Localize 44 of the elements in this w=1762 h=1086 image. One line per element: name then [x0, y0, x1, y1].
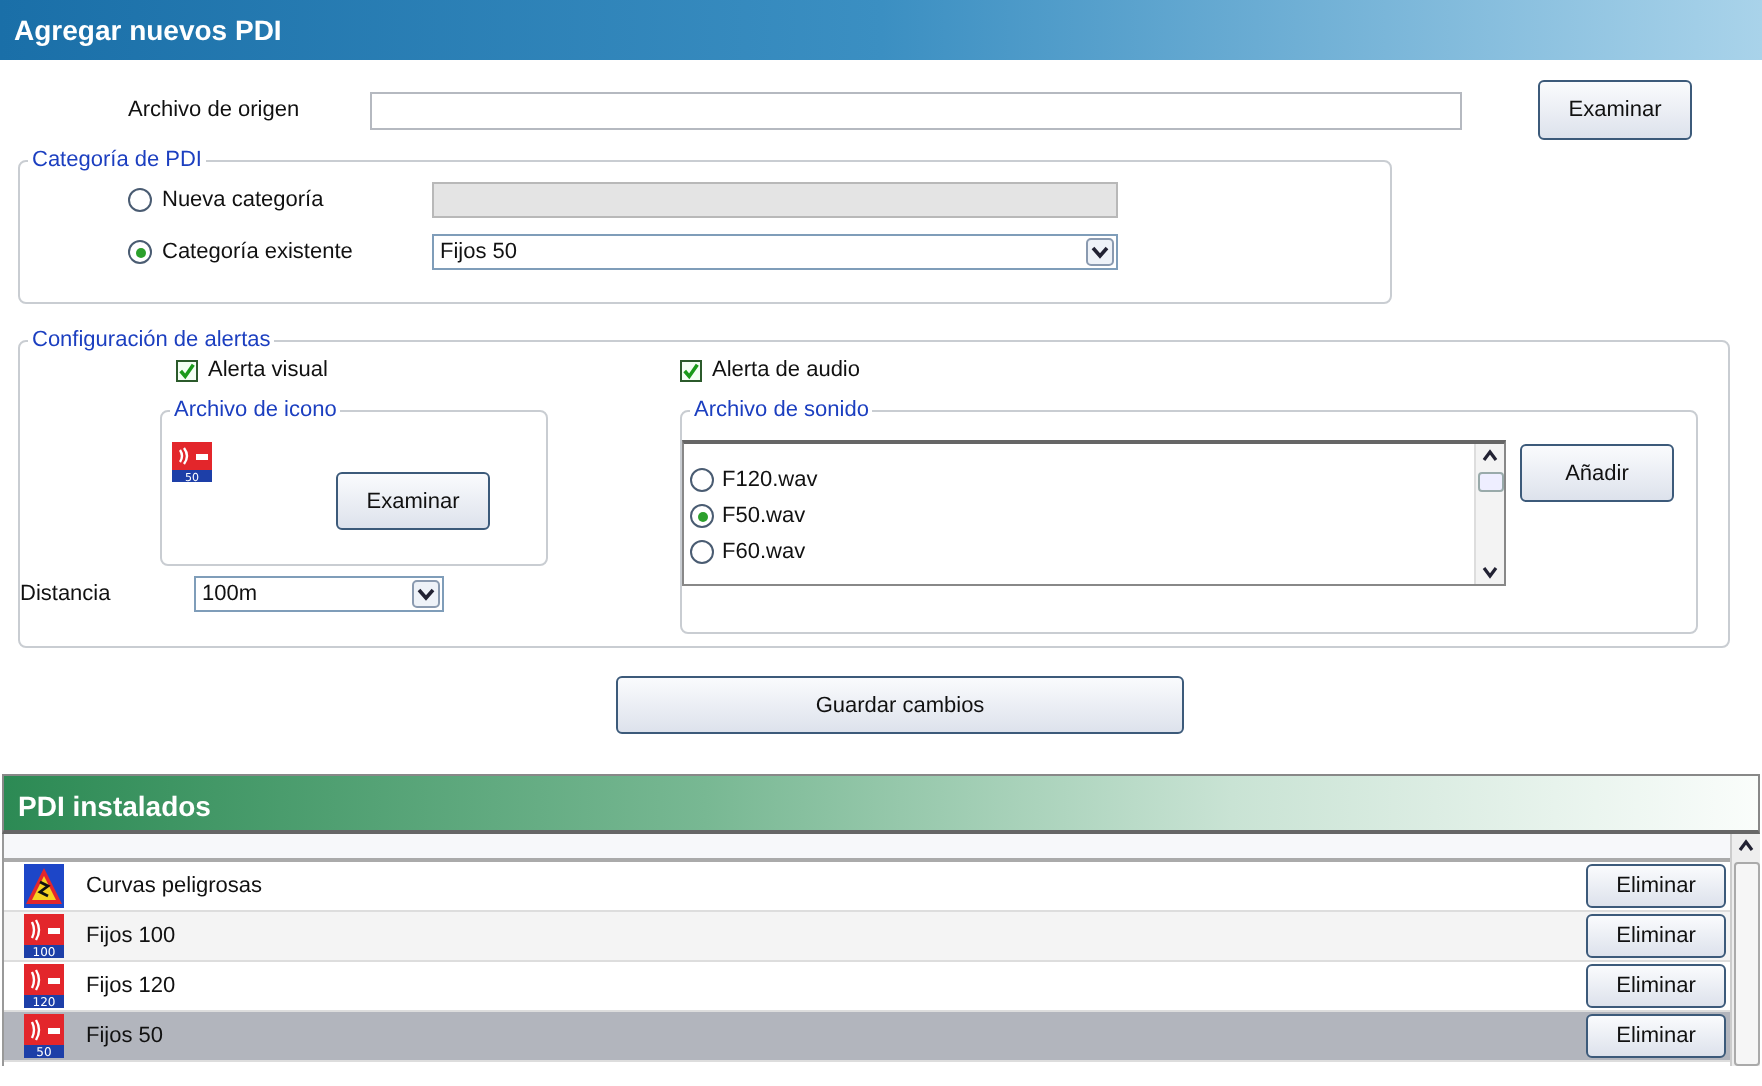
- sound-file-label: F120.wav: [722, 468, 818, 492]
- distance-dropdown[interactable]: 100m: [194, 576, 444, 612]
- add-button[interactable]: Añadir: [1520, 444, 1674, 502]
- checkbox-label: Alerta visual: [208, 358, 328, 382]
- group-legend: Archivo de icono: [170, 398, 341, 422]
- category-dropdown[interactable]: Fijos 50: [432, 234, 1118, 270]
- scroll-thumb[interactable]: [1477, 472, 1503, 492]
- source-file-field[interactable]: [370, 91, 1462, 129]
- radio-label: Nueva categoría: [162, 188, 324, 212]
- caret-icon: [1086, 238, 1114, 266]
- checkbox[interactable]: [176, 359, 198, 381]
- checkbox[interactable]: [680, 359, 702, 381]
- table-cell-text: Fijos 100: [86, 924, 178, 948]
- radio-button[interactable]: [690, 468, 714, 492]
- browse-button[interactable]: Examinar: [336, 472, 490, 530]
- warning-sign-icon: [24, 864, 64, 908]
- table-cell-text: Curvas peligrosas: [86, 874, 265, 898]
- checkbox-label: Alerta de audio: [712, 358, 860, 382]
- radio-button[interactable]: [690, 504, 714, 528]
- distance-label: Distancia: [20, 582, 113, 606]
- save-button[interactable]: Guardar cambios: [616, 676, 1184, 734]
- delete-button[interactable]: Eliminar: [1586, 914, 1726, 958]
- source-file-label: Archivo de origen: [126, 98, 302, 122]
- table-cell-text: Fijos 50: [86, 1024, 166, 1048]
- radio-label: Categoría existente: [162, 240, 353, 264]
- radio-button[interactable]: [690, 540, 714, 564]
- radio-button[interactable]: [128, 188, 152, 212]
- group-legend: Configuración de alertas: [28, 328, 275, 352]
- section-header: PDI instalados: [2, 774, 1760, 834]
- sound-file-label: F50.wav: [722, 504, 806, 528]
- delete-button[interactable]: Eliminar: [1586, 1014, 1726, 1058]
- table-cell-text: Fijos 120: [86, 974, 178, 998]
- section-header: Agregar nuevos PDI: [0, 0, 1762, 60]
- scroll-thumb[interactable]: [1733, 862, 1759, 1066]
- group-legend: Archivo de sonido: [690, 398, 873, 422]
- sound-file-label: F60.wav: [722, 540, 806, 564]
- delete-button[interactable]: Eliminar: [1586, 964, 1726, 1008]
- radio-button[interactable]: [128, 240, 152, 264]
- delete-button[interactable]: Eliminar: [1586, 864, 1726, 908]
- caret-icon: [412, 580, 440, 608]
- browse-button[interactable]: Examinar: [1538, 80, 1692, 140]
- scrollbar[interactable]: [1474, 444, 1504, 584]
- group-legend: Categoría de PDI: [28, 148, 206, 172]
- scrollbar[interactable]: [1730, 834, 1760, 1066]
